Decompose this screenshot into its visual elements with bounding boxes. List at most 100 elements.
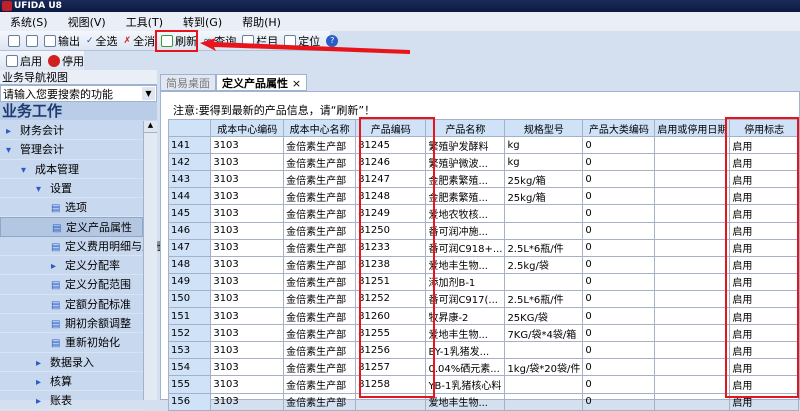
table-cell[interactable] — [654, 255, 731, 274]
table-cell[interactable]: 0.04%硒元素... — [425, 358, 506, 377]
table-cell[interactable] — [654, 307, 731, 326]
table-cell[interactable]: 145 — [167, 204, 212, 223]
tab-define-product-attributes[interactable]: 定义产品属性 × — [216, 74, 308, 91]
table-cell[interactable]: 25KG/袋 — [504, 307, 584, 326]
table-cell[interactable]: 0 — [582, 221, 656, 240]
table-cell[interactable]: 爱地丰生物... — [425, 255, 506, 274]
menu-system[interactable]: 系统(S) — [10, 14, 48, 30]
table-cell[interactable]: 3103 — [210, 358, 285, 377]
sidebar-item[interactable]: ▾ 设置 — [0, 179, 143, 199]
print-button[interactable] — [8, 34, 20, 47]
enable-button[interactable]: 启用 — [6, 53, 42, 69]
table-cell[interactable]: 147 — [167, 238, 212, 257]
table-cell[interactable]: 2.5L*6瓶/件 — [504, 289, 584, 309]
column-header[interactable]: 成本中心名称 — [283, 118, 357, 138]
sidebar-item[interactable]: ▤ 选项 — [0, 198, 143, 218]
table-cell[interactable]: 0 — [582, 272, 656, 291]
table-cell[interactable] — [654, 324, 731, 343]
table-cell[interactable]: 0 — [582, 255, 656, 274]
table-row[interactable]: 141 3103 金倍素生产部 81245 繁殖驴发酵料 kg 0 启用 — [167, 136, 799, 155]
table-cell[interactable]: 3103 — [210, 153, 285, 172]
table-cell[interactable]: 金倍素生产部 — [283, 289, 357, 309]
table-row[interactable]: 145 3103 金倍素生产部 81249 爱地农牧核... 0 启用 — [167, 204, 799, 223]
tab-simple-desktop[interactable]: 简易桌面 — [160, 74, 216, 91]
table-row[interactable]: 147 3103 金倍素生产部 81233 番可润C918+... 2.5L*6瓶/件 0 启… — [167, 238, 799, 257]
column-header[interactable]: 成本中心编码 — [210, 118, 285, 138]
table-cell[interactable]: 0 — [582, 324, 656, 343]
table-cell[interactable]: 3103 — [210, 170, 285, 189]
table-cell[interactable]: YB-1乳猪核心料 — [425, 375, 506, 394]
column-header[interactable] — [167, 118, 212, 138]
table-cell[interactable] — [654, 375, 731, 394]
column-header[interactable]: 规格型号 — [504, 118, 584, 138]
table-cell[interactable]: 150 — [167, 289, 212, 309]
table-cell[interactable]: 0 — [582, 153, 656, 172]
preview-button[interactable] — [26, 34, 38, 47]
table-cell[interactable]: 番可润C917(... — [425, 289, 506, 309]
deselect-all-button[interactable]: ✗ 全消 — [124, 33, 156, 49]
table-cell[interactable]: 0 — [582, 289, 656, 309]
table-cell[interactable]: 3103 — [210, 375, 285, 394]
scroll-up-icon[interactable]: ▲ — [144, 121, 157, 133]
sidebar-item[interactable]: ▸ 账表 — [0, 391, 143, 411]
select-all-button[interactable]: ✓ 全选 — [86, 33, 118, 49]
table-cell[interactable] — [654, 170, 731, 189]
menu-help[interactable]: 帮助(H) — [242, 14, 281, 30]
column-header[interactable]: 产品名称 — [425, 118, 506, 138]
table-cell[interactable] — [654, 204, 731, 223]
expanded-arrow-icon[interactable]: ▾ — [21, 161, 35, 180]
sidebar-item[interactable]: ▤ 定额分配标准 — [0, 295, 143, 314]
table-cell[interactable] — [654, 221, 731, 240]
table-cell[interactable]: 金倍素生产部 — [283, 358, 357, 377]
table-cell[interactable]: 155 — [167, 375, 212, 394]
table-row[interactable]: 142 3103 金倍素生产部 81246 繁殖驴微波... kg 0 启用 — [167, 153, 799, 172]
table-cell[interactable]: 7KG/袋*4袋/箱 — [504, 324, 584, 343]
close-icon[interactable]: × — [292, 77, 301, 90]
table-cell[interactable]: 金倍素生产部 — [283, 238, 357, 257]
table-cell[interactable]: kg — [504, 153, 584, 172]
menu-view[interactable]: 视图(V) — [68, 14, 106, 30]
table-cell[interactable]: 3103 — [210, 136, 285, 155]
table-cell[interactable]: 3103 — [210, 272, 285, 291]
table-cell[interactable] — [654, 238, 731, 257]
menu-tools[interactable]: 工具(T) — [126, 14, 163, 30]
table-cell[interactable]: 0 — [582, 204, 656, 223]
table-cell[interactable]: 繁殖驴微波... — [425, 153, 506, 172]
table-cell[interactable] — [504, 221, 584, 240]
table-cell[interactable]: 0 — [582, 187, 656, 206]
table-cell[interactable]: 金倍素生产部 — [283, 272, 357, 291]
table-cell[interactable] — [504, 272, 584, 291]
table-cell[interactable]: 番可润冲施... — [425, 221, 506, 240]
table-row[interactable]: 153 3103 金倍素生产部 81256 BY-1乳猪发... 0 启用 — [167, 341, 799, 360]
table-cell[interactable] — [504, 375, 584, 394]
sidebar-item[interactable]: ▸ 财务会计 — [0, 121, 143, 141]
table-cell[interactable]: 0 — [582, 136, 656, 155]
table-cell[interactable] — [504, 341, 584, 360]
table-cell[interactable]: 3103 — [210, 221, 285, 240]
table-cell[interactable]: 2.5kg/袋 — [504, 255, 584, 274]
table-cell[interactable]: 0 — [582, 358, 656, 377]
table-cell[interactable]: 爱地丰生物... — [425, 392, 506, 411]
table-cell[interactable]: 2.5L*6瓶/件 — [504, 238, 584, 257]
table-cell[interactable]: 143 — [167, 170, 212, 189]
collapsed-arrow-icon[interactable]: ▸ — [51, 257, 65, 276]
table-cell[interactable]: 0 — [582, 238, 656, 257]
collapsed-arrow-icon[interactable]: ▸ — [6, 122, 20, 141]
table-cell[interactable]: 金倍素生产部 — [283, 136, 357, 155]
sidebar-item[interactable]: ▤ 重新初始化 — [0, 333, 143, 353]
table-cell[interactable]: 3103 — [210, 341, 285, 360]
table-cell[interactable]: 金倍素生产部 — [283, 153, 357, 172]
table-cell[interactable] — [654, 136, 731, 155]
column-header[interactable]: 启用或停用日期 — [654, 118, 731, 138]
table-cell[interactable]: 金倍素生产部 — [283, 324, 357, 343]
table-cell[interactable]: 番可润C918+... — [425, 238, 506, 257]
table-cell[interactable]: 3103 — [210, 255, 285, 274]
sidebar-item[interactable]: ▸ 数据录入 — [0, 353, 143, 372]
table-cell[interactable] — [654, 289, 731, 309]
table-cell[interactable]: 3103 — [210, 289, 285, 309]
table-cell[interactable]: 148 — [167, 255, 212, 274]
table-cell[interactable]: 金肥素繁殖... — [425, 187, 506, 206]
collapsed-arrow-icon[interactable]: ▸ — [36, 354, 50, 373]
table-cell[interactable]: 152 — [167, 324, 212, 343]
table-cell[interactable]: BY-1乳猪发... — [425, 341, 506, 360]
